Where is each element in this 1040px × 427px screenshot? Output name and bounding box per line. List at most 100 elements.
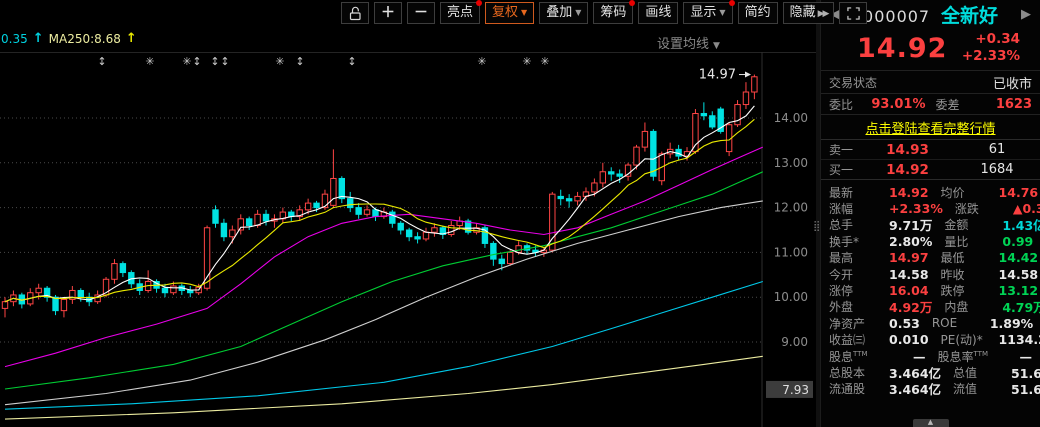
stat-value: 51.69亿 <box>1011 379 1040 398</box>
price-change: +0.34 <box>975 31 1020 47</box>
stat-value: 14.92 <box>889 185 929 200</box>
svg-text:14.97: 14.97 <box>699 68 736 83</box>
stat-label: 涨停 <box>829 282 889 299</box>
MA60-line <box>5 201 763 405</box>
ma-value-labels: 0.35 ↑ MA250:8.68 ↑ <box>1 31 137 46</box>
stat-value: 13.12 <box>999 283 1039 298</box>
stat-label: 股息TTM <box>829 348 889 365</box>
stat-label: 最新 <box>829 184 889 201</box>
stats-grid: 最新14.92均价14.76涨幅+2.33%涨跌▲0.34总手9.71万金额1.… <box>821 180 1040 397</box>
weibi-value: 93.01% <box>853 97 935 112</box>
stat-label: 今开 <box>829 266 889 283</box>
fullscreen-button[interactable] <box>839 2 867 24</box>
plus-icon: ＋ <box>381 3 395 23</box>
display-button[interactable]: 显示▼ <box>683 2 732 24</box>
stat-value: 14.42 <box>999 250 1039 265</box>
stat-row: 最高14.97最低14.42 <box>829 250 1032 266</box>
stat-label: 总手 <box>829 216 889 233</box>
price-change-pct: +2.33% <box>962 48 1020 64</box>
stat-row: 换手*2.80%量比0.99 <box>829 233 1032 249</box>
draw-line-button[interactable]: 画线 <box>638 2 678 24</box>
stat-label: 内盘 <box>944 298 1002 315</box>
chevron-down-icon: ▼ <box>575 8 581 17</box>
grid-lines: 14.0013.0012.0011.0010.009.00 <box>0 52 816 427</box>
axis-tick-label: 14.00 <box>774 111 808 125</box>
bid-row: 买一 14.92 1684 <box>821 159 1040 179</box>
stat-label: 跌停 <box>941 282 999 299</box>
stat-row: 总股本3.464亿总值51.69亿 <box>829 364 1032 380</box>
stat-row: 股息TTM—股息率TTM— <box>829 348 1032 364</box>
zoom-in-button[interactable]: ＋ <box>374 2 402 24</box>
stat-value: 1.43亿 <box>1002 215 1040 234</box>
stat-label: 换手* <box>829 233 889 250</box>
svg-text:7.93: 7.93 <box>782 383 809 397</box>
stat-value: 14.58 <box>889 267 929 282</box>
event-marker-icon: ✳ <box>275 55 284 68</box>
stat-value: 0.99 <box>1002 234 1033 249</box>
stat-value: 14.58 <box>999 267 1039 282</box>
zoom-out-button[interactable]: － <box>407 2 435 24</box>
ask-label: 卖一 <box>829 141 853 158</box>
adjust-button[interactable]: 复权▼ <box>485 2 534 24</box>
stat-label: 收益㈢ <box>829 331 889 348</box>
last-price: 14.92 <box>857 33 947 64</box>
stat-label: 总股本 <box>829 364 889 381</box>
event-markers: ↕✳✳↕↕↕✳↕↕✳✳✳ <box>97 55 549 68</box>
event-marker-icon: ↕ <box>347 55 356 68</box>
stat-value: — <box>889 349 926 364</box>
stat-label: 净资产 <box>829 315 889 332</box>
ma120-value-label: 0.35 <box>1 32 28 46</box>
login-link[interactable]: 点击登陆查看完整行情 <box>865 118 995 137</box>
stock-name: 全新好 <box>941 5 998 27</box>
stat-label: 均价 <box>941 184 999 201</box>
stat-row: 今开14.58昨收14.58 <box>829 266 1032 282</box>
MA120-line <box>5 282 763 410</box>
next-stock-button[interactable]: ▶ <box>1018 7 1034 22</box>
chips-button[interactable]: 筹码 <box>593 2 633 24</box>
stat-row: 流通股3.464亿流值51.69亿 <box>829 381 1032 397</box>
chevron-down-icon: ▼ <box>713 41 720 51</box>
collapse-drawer-button[interactable]: ▲ <box>913 419 949 427</box>
stat-row: 净资产0.53ROE1.89% <box>829 315 1032 331</box>
double-arrow-right-icon: ▶▶ <box>818 9 828 19</box>
stat-label: 涨幅 <box>829 200 889 217</box>
weibi-row: 委比 93.01% 委差 1623 <box>821 93 1040 114</box>
price-row: 14.92 +0.34 +2.33% <box>821 28 1040 70</box>
stat-value: 1134.2 <box>999 332 1040 347</box>
bid-volume: 1684 <box>962 162 1032 177</box>
triangle-up-icon: ▲ <box>928 418 933 426</box>
stat-value: 9.71万 <box>889 215 932 234</box>
stat-row: 外盘4.92万内盘4.79万 <box>829 299 1032 315</box>
stat-label: 最高 <box>829 249 889 266</box>
stat-label: 最低 <box>941 249 999 266</box>
lock-button[interactable] <box>341 2 369 24</box>
event-marker-icon: ↕ <box>220 55 229 68</box>
stat-label: 总值 <box>953 364 1011 381</box>
stat-label: 流值 <box>953 380 1011 397</box>
candlestick-chart[interactable]: 14.0013.0012.0011.0010.009.007.93↕✳✳↕↕↕✳… <box>0 52 816 427</box>
stat-label: 外盘 <box>829 298 889 315</box>
event-marker-icon: ↕ <box>97 55 106 68</box>
minus-icon: － <box>414 3 428 23</box>
trade-status-value: 已收市 <box>993 73 1032 92</box>
hide-button[interactable]: 隐藏▶▶ <box>783 2 835 24</box>
simple-mode-button[interactable]: 简约 <box>738 2 778 24</box>
event-marker-icon: ✳ <box>522 55 531 68</box>
up-arrow-icon: ↑ <box>126 31 137 46</box>
stat-label: 昨收 <box>941 266 999 283</box>
event-marker-icon: ↕ <box>210 55 219 68</box>
red-dot-badge <box>729 0 735 6</box>
stat-label: 金额 <box>944 216 1002 233</box>
up-arrow-icon: ↑ <box>33 31 44 46</box>
stat-value: 14.97 <box>889 250 929 265</box>
ma-settings-button[interactable]: 设置均线▼ <box>657 33 720 52</box>
highlight-button[interactable]: 亮点 <box>440 2 480 24</box>
axis-tick-label: 11.00 <box>774 245 808 259</box>
event-marker-icon: ✳ <box>540 55 549 68</box>
stat-label: 量比 <box>944 233 1002 250</box>
weicha-label: 委差 <box>936 96 960 113</box>
overlay-button[interactable]: 叠加▼ <box>539 2 588 24</box>
chevron-down-icon: ▼ <box>719 8 725 17</box>
stat-row: 最新14.92均价14.76 <box>829 184 1032 200</box>
stat-row: 涨幅+2.33%涨跌▲0.34 <box>829 200 1032 216</box>
